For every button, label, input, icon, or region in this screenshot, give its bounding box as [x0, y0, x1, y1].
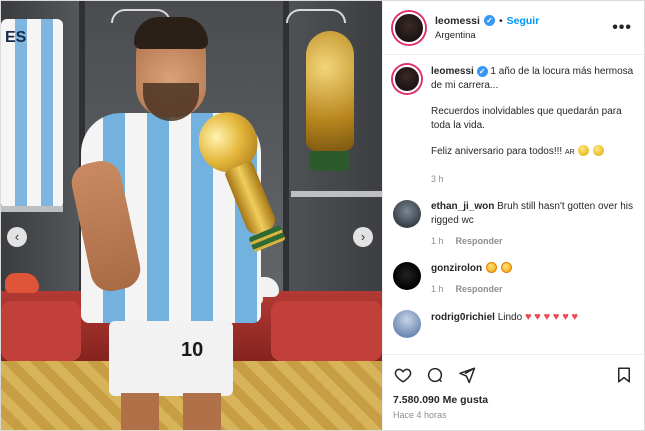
- comment-time: 1 h: [431, 284, 444, 294]
- post-header: leomessi ✓ • Seguir Argentina •••: [383, 1, 644, 55]
- shorts-number: 10: [181, 339, 204, 361]
- player-shorts: [109, 321, 233, 396]
- bookmark-icon[interactable]: [614, 365, 634, 385]
- hanging-jersey: [1, 19, 63, 209]
- heart-icon[interactable]: [393, 365, 413, 385]
- trophy-emoji-icon: [578, 145, 590, 156]
- flag-icon: AR: [564, 149, 575, 156]
- heart-emoji-icon: ♥: [543, 311, 551, 323]
- chevron-left-icon[interactable]: ‹: [7, 227, 27, 247]
- heart-emoji-icon: ♥: [524, 311, 532, 323]
- player-hair: [134, 17, 208, 49]
- hands-emoji-icon: [593, 145, 605, 156]
- caption: leomessi ✓ 1 año de la locura más hermos…: [393, 65, 634, 186]
- verified-icon: ✓: [483, 15, 495, 26]
- avatar[interactable]: [393, 200, 421, 228]
- player-legs: [121, 393, 221, 430]
- heart-eyes-emoji-icon: [485, 262, 497, 273]
- comment-text: Lindo: [497, 312, 523, 323]
- action-bar: [383, 354, 644, 394]
- post-time: Hace 4 horas: [393, 410, 447, 420]
- comment-item: gonzirolon 1 h Responder: [393, 262, 634, 296]
- comments-list[interactable]: leomessi ✓ 1 año de la locura más hermos…: [383, 55, 644, 354]
- heart-eyes-emoji-icon: [500, 262, 512, 273]
- shelf: [1, 206, 63, 212]
- avatar[interactable]: [393, 65, 421, 93]
- verified-icon: ✓: [476, 66, 488, 77]
- comment-username[interactable]: gonzirolon: [431, 263, 482, 274]
- hanger: [286, 9, 346, 23]
- heart-emoji-icon: ♥: [562, 311, 569, 323]
- locker-divider: [283, 1, 289, 301]
- shelf: [291, 191, 382, 197]
- comment-username[interactable]: ethan_ji_won: [431, 201, 494, 212]
- heart-emoji-icon: ♥: [534, 311, 541, 323]
- follow-button[interactable]: Seguir: [507, 15, 540, 27]
- comment-time: 1 h: [431, 236, 444, 246]
- chevron-right-icon[interactable]: ›: [353, 227, 373, 247]
- instagram-post-window: ES 10 ‹ › leomessi ✓ • Seguir Argentina …: [0, 0, 645, 431]
- paper-plane-icon[interactable]: [457, 365, 477, 385]
- comment-item: ethan_ji_won Bruh still hasn't gotten ov…: [393, 200, 634, 248]
- heart-emoji-icon: ♥: [552, 311, 560, 323]
- caption-text-line2: Recuerdos inolvidables que quedarán para…: [431, 106, 622, 131]
- jersey-back-text: ES: [5, 29, 27, 46]
- background-trophy: [306, 31, 354, 186]
- caption-text-line3: Feliz aniversario para todos!!!: [431, 146, 563, 157]
- likes-count[interactable]: 7.580.090 Me gusta: [383, 394, 644, 406]
- avatar[interactable]: [393, 11, 425, 44]
- avatar[interactable]: [393, 310, 421, 338]
- reply-button[interactable]: Responder: [456, 282, 503, 296]
- comment-item: rodrig0richiel Lindo ♥ ♥ ♥ ♥ ♥ ♥: [393, 310, 634, 338]
- post-photo[interactable]: ES 10 ‹ ›: [1, 1, 382, 430]
- bench-cushion: [271, 301, 382, 361]
- header-username[interactable]: leomessi: [435, 15, 480, 27]
- location-link[interactable]: Argentina: [435, 30, 610, 41]
- caption-username[interactable]: leomessi: [431, 66, 474, 77]
- comment-icon[interactable]: [425, 365, 445, 385]
- shoe: [5, 273, 39, 293]
- post-side-panel: leomessi ✓ • Seguir Argentina ••• leomes…: [382, 1, 644, 430]
- dot-separator: •: [498, 14, 503, 27]
- reply-button[interactable]: Responder: [456, 234, 503, 248]
- comment-username[interactable]: rodrig0richiel: [431, 312, 495, 323]
- caption-time: 3 h: [431, 174, 444, 184]
- bench-cushion: [1, 301, 81, 361]
- heart-emoji-icon: ♥: [571, 311, 579, 323]
- more-options-icon[interactable]: •••: [610, 19, 634, 37]
- avatar[interactable]: [393, 262, 421, 290]
